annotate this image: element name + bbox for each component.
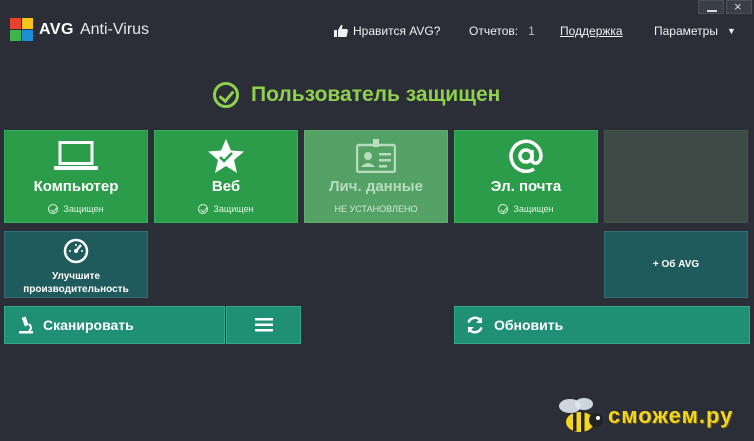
avg-logo-icon bbox=[10, 18, 34, 42]
hamburger-menu-icon bbox=[254, 318, 273, 332]
tile-state: Защищен bbox=[155, 204, 297, 214]
check-icon bbox=[48, 204, 59, 214]
reports-count: 1 bbox=[528, 24, 535, 38]
thumbs-up-icon bbox=[334, 25, 348, 37]
microscope-icon bbox=[19, 316, 33, 334]
performance-label: Улучшите производительность bbox=[5, 270, 147, 296]
reports-label: Отчетов: bbox=[469, 24, 519, 38]
about-avg-button[interactable]: + Об AVG bbox=[604, 231, 748, 298]
check-icon bbox=[498, 204, 509, 214]
close-icon: × bbox=[734, 0, 742, 14]
tile-state-label: Защищен bbox=[213, 204, 254, 214]
chevron-down-icon: ▼ bbox=[726, 26, 736, 36]
about-avg-label: + Об AVG bbox=[652, 259, 700, 270]
tile-performance[interactable]: Улучшите производительность bbox=[4, 231, 148, 298]
status-text: Пользователь защищен bbox=[251, 83, 501, 106]
watermark: сможем.ру bbox=[556, 396, 733, 436]
tile-state: Защищен bbox=[455, 204, 597, 214]
id-card-icon bbox=[305, 137, 447, 175]
update-label: Обновить bbox=[494, 317, 564, 333]
tile-state-label: НЕ УСТАНОВЛЕНО bbox=[334, 204, 418, 214]
tile-title: Эл. почта bbox=[490, 178, 562, 195]
title-bar: AVG Anti-Virus Нравится AVG? Отчетов: 1 … bbox=[0, 0, 754, 62]
scan-label: Сканировать bbox=[43, 317, 134, 333]
reports-link[interactable]: Отчетов: 1 bbox=[469, 24, 535, 38]
tile-state: Защищен bbox=[5, 204, 147, 214]
support-link[interactable]: Поддержка bbox=[560, 24, 623, 38]
minimize-button[interactable] bbox=[698, 0, 724, 14]
watermark-text: сможем.ру bbox=[608, 403, 734, 428]
speedometer-icon bbox=[5, 238, 147, 264]
settings-menu[interactable]: Параметры ▼ bbox=[654, 24, 736, 38]
tile-email[interactable]: Эл. почта Защищен bbox=[454, 130, 598, 223]
product-name: Anti-Virus bbox=[79, 21, 150, 38]
like-link[interactable]: Нравится AVG? bbox=[334, 24, 440, 38]
performance-line-1: Улучшите bbox=[51, 271, 101, 282]
check-icon bbox=[198, 204, 209, 214]
tile-title: Компьютер bbox=[33, 178, 119, 195]
like-label: Нравится AVG? bbox=[353, 24, 441, 38]
star-icon bbox=[155, 137, 297, 175]
tile-computer[interactable]: Компьютер Защищен bbox=[4, 130, 148, 223]
close-button[interactable]: × bbox=[726, 0, 752, 14]
laptop-icon bbox=[5, 137, 147, 175]
at-sign-icon bbox=[455, 137, 597, 175]
tile-empty-slot bbox=[604, 130, 748, 223]
bee-icon bbox=[559, 398, 603, 432]
brand-name: AVG bbox=[39, 21, 74, 38]
tile-title: Лич. данные bbox=[329, 178, 423, 195]
tile-state-label: Защищен bbox=[513, 204, 554, 214]
scan-options-button[interactable] bbox=[226, 306, 301, 344]
update-button[interactable]: Обновить bbox=[454, 306, 750, 344]
performance-line-2: производительность bbox=[23, 284, 129, 295]
protection-status: Пользователь защищен bbox=[213, 82, 500, 108]
check-circle-icon bbox=[213, 82, 239, 108]
scan-button[interactable]: Сканировать bbox=[4, 306, 225, 344]
avg-logo: AVG Anti-Virus bbox=[10, 18, 149, 42]
settings-label: Параметры bbox=[654, 24, 718, 38]
tile-state: НЕ УСТАНОВЛЕНО bbox=[305, 204, 447, 214]
tile-state-label: Защищен bbox=[63, 204, 104, 214]
tile-personal-data[interactable]: Лич. данные НЕ УСТАНОВЛЕНО bbox=[304, 130, 448, 223]
tile-title: Веб bbox=[211, 178, 241, 195]
tile-web[interactable]: Веб Защищен bbox=[154, 130, 298, 223]
refresh-icon bbox=[467, 316, 483, 334]
